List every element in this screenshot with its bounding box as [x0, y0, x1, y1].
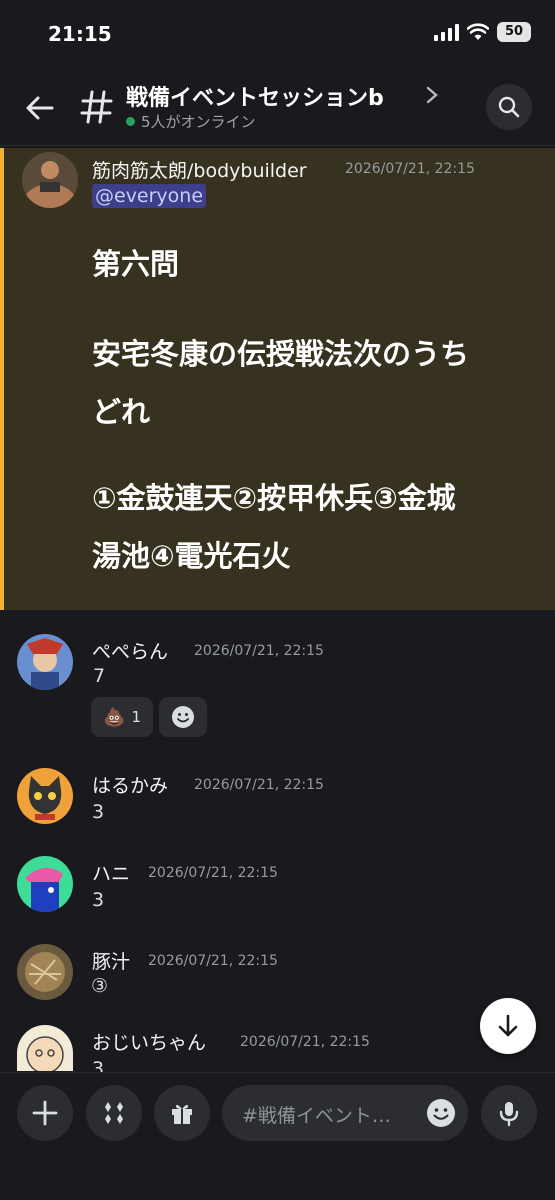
apps-icon: [105, 1102, 123, 1124]
message-input[interactable]: #戦備イベント…: [222, 1085, 468, 1141]
message-timestamp: 2026/07/21, 22:15: [194, 643, 324, 659]
message-author[interactable]: はるかみ: [92, 771, 168, 798]
arrow-down-icon: [498, 1014, 518, 1037]
avatar[interactable]: [17, 768, 73, 824]
status-time: 21:15: [48, 22, 112, 46]
plus-icon: [32, 1100, 58, 1126]
message-author[interactable]: 筋肉筋太朗/bodybuilder: [92, 156, 307, 183]
message-author[interactable]: ハニ: [92, 859, 130, 886]
online-status: 5人がオンライン: [126, 111, 256, 132]
voice-message-button[interactable]: [481, 1085, 537, 1141]
message-timestamp: 2026/07/21, 22:15: [194, 777, 324, 793]
avatar[interactable]: [17, 856, 73, 912]
channel-name[interactable]: 戦備イベントセッションb: [126, 80, 384, 112]
scroll-to-bottom-button[interactable]: [480, 998, 536, 1054]
mention-everyone[interactable]: @everyone: [92, 184, 207, 208]
avatar[interactable]: [22, 152, 78, 208]
attach-button[interactable]: [17, 1085, 73, 1141]
gift-icon: [172, 1104, 192, 1124]
message-line: 第六問: [92, 247, 180, 281]
emoji-icon[interactable]: [426, 1098, 456, 1128]
message-highlighted[interactable]: 筋肉筋太朗/bodybuilder 2026/07/21, 22:15 @eve…: [0, 148, 555, 610]
status-bar: 21:15 50: [0, 0, 555, 70]
message-timestamp: 2026/07/21, 22:15: [148, 953, 278, 969]
message-composer: #戦備イベント…: [0, 1072, 555, 1200]
message-text: 3: [92, 801, 105, 823]
message-author[interactable]: 豚汁: [92, 947, 130, 974]
search-icon: [498, 96, 520, 118]
reaction-count: 1: [131, 708, 141, 726]
avatar[interactable]: [17, 1025, 73, 1071]
online-dot-icon: [126, 117, 135, 126]
search-button[interactable]: [486, 84, 532, 130]
online-count: 5人がオンライン: [141, 113, 256, 131]
message-timestamp: 2026/07/21, 22:15: [345, 161, 475, 177]
avatar[interactable]: [17, 944, 73, 1000]
reaction-chip[interactable]: 💩 1: [91, 697, 153, 737]
message-text: 7: [93, 665, 106, 687]
message-line: どれ: [92, 395, 151, 429]
hash-icon: [80, 90, 113, 124]
message-timestamp: 2026/07/21, 22:15: [240, 1034, 370, 1050]
chevron-right-icon[interactable]: [424, 84, 440, 106]
apps-button[interactable]: [86, 1085, 142, 1141]
message-line: 安宅冬康の伝授戦法次のうち: [92, 337, 470, 371]
status-icons: 50: [434, 22, 531, 42]
message-line: 湯池④電光石火: [92, 539, 291, 573]
message-timestamp: 2026/07/21, 22:15: [148, 865, 278, 881]
poop-emoji-icon: 💩: [103, 706, 126, 728]
smiley-icon: [172, 706, 194, 728]
gift-button[interactable]: [154, 1085, 210, 1141]
arrow-left-icon: [26, 96, 54, 120]
add-reaction-button[interactable]: [159, 697, 207, 737]
message-author[interactable]: おじいちゃん: [92, 1028, 206, 1055]
message-text: 3: [92, 889, 105, 911]
back-button[interactable]: [22, 90, 58, 126]
signal-icon: [434, 23, 459, 41]
message-text: ③: [91, 975, 109, 997]
avatar[interactable]: [17, 634, 73, 690]
wifi-icon: [467, 23, 489, 40]
message-author[interactable]: ぺぺらん: [92, 637, 168, 664]
message-input-placeholder: #戦備イベント…: [242, 1105, 391, 1127]
channel-header: 戦備イベントセッションb 5人がオンライン: [0, 70, 555, 146]
message-text: 3: [92, 1058, 105, 1072]
battery-indicator: 50: [497, 22, 531, 42]
microphone-icon: [499, 1102, 519, 1127]
message-line: ①金鼓連天②按甲休兵③金城: [92, 481, 456, 515]
